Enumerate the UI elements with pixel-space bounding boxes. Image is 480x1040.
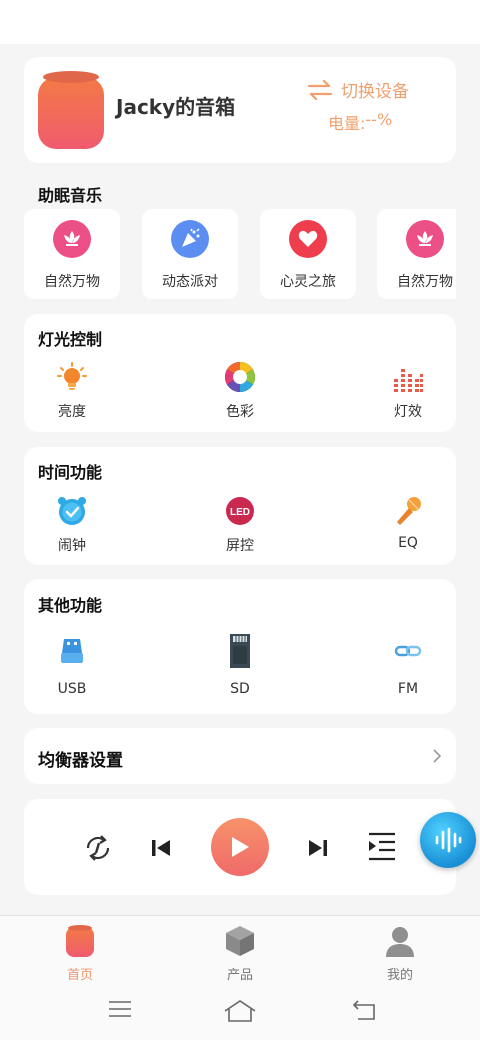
sd-button[interactable]: SD — [200, 633, 280, 697]
battery-value: --% — [365, 110, 393, 129]
music-item-label: 自然万物 — [397, 274, 453, 290]
switch-device-label: 切换设备 — [341, 82, 409, 102]
box-icon — [226, 926, 254, 956]
music-item-nature-2[interactable]: 自然万物 — [377, 209, 456, 299]
fm-label: FM — [397, 681, 419, 697]
back-nav-button[interactable] — [352, 999, 378, 1025]
eq-label: EQ — [398, 535, 418, 551]
tab-products[interactable]: 产品 — [200, 924, 280, 983]
play-button[interactable] — [211, 818, 269, 876]
music-item-label: 自然万物 — [44, 274, 100, 290]
fm-button[interactable]: FM — [368, 633, 448, 697]
screen-control-button[interactable]: LED 屏控 — [200, 493, 280, 555]
sleep-music-list[interactable]: 自然万物 动态派对 心灵之旅 自然万物 — [24, 209, 456, 299]
usb-button[interactable]: USB — [32, 633, 112, 697]
color-button[interactable]: 色彩 — [200, 359, 280, 421]
previous-icon — [152, 840, 170, 856]
voice-assistant-button[interactable] — [420, 812, 476, 868]
heart-icon — [289, 220, 327, 258]
usb-label: USB — [57, 681, 87, 697]
led-badge-text: LED — [230, 507, 250, 518]
sd-label: SD — [230, 681, 250, 697]
tab-home-label: 首页 — [66, 968, 93, 983]
equalizer-settings-row[interactable]: 均衡器设置 — [24, 728, 456, 784]
sd-card-icon — [200, 633, 280, 669]
bulb-icon — [32, 359, 112, 395]
brightness-button[interactable]: 亮度 — [32, 359, 112, 421]
menu-button[interactable] — [108, 999, 132, 1023]
equalizer-bars-icon — [368, 359, 448, 395]
device-card: Jacky的音箱 切换设备 电量: --% — [24, 57, 456, 163]
player-card — [24, 799, 456, 895]
back-icon — [352, 1000, 375, 1020]
color-wheel-icon — [200, 359, 280, 395]
switch-device-button[interactable]: 切换设备 — [307, 77, 409, 102]
home-nav-button[interactable] — [223, 999, 257, 1027]
status-bar — [0, 0, 480, 44]
music-item-party[interactable]: 动态派对 — [142, 209, 238, 299]
repeat-mode-button[interactable] — [82, 832, 114, 864]
light-control-card: 灯光控制 亮度 色彩 灯效 — [24, 314, 456, 432]
light-effect-button[interactable]: 灯效 — [368, 359, 448, 421]
color-label: 色彩 — [226, 404, 254, 420]
playlist-icon — [369, 832, 395, 861]
alarm-button[interactable]: 闹钟 — [32, 493, 112, 555]
lotus-icon — [53, 220, 91, 258]
alarm-label: 闹钟 — [58, 538, 86, 554]
play-icon — [232, 837, 249, 857]
tab-profile-label: 我的 — [386, 968, 413, 983]
sound-wave-icon — [435, 827, 462, 853]
brightness-label: 亮度 — [58, 404, 86, 420]
next-icon — [309, 840, 327, 856]
time-functions-card: 时间功能 闹钟 LED 屏控 EQ — [24, 447, 456, 565]
microphone-icon — [368, 493, 448, 529]
chevron-right-icon — [433, 749, 442, 763]
tab-products-label: 产品 — [226, 968, 253, 983]
home-icon — [224, 1000, 256, 1022]
other-functions-title: 其他功能 — [38, 596, 103, 615]
lotus-icon — [406, 220, 444, 258]
music-item-label: 动态派对 — [162, 274, 218, 290]
playlist-button[interactable] — [364, 830, 398, 864]
time-functions-title: 时间功能 — [38, 463, 103, 482]
screen-control-label: 屏控 — [226, 538, 254, 554]
party-popper-icon — [171, 220, 209, 258]
music-item-label: 心灵之旅 — [280, 274, 336, 290]
system-navigation-bar — [0, 985, 480, 1040]
battery-label: 电量: — [328, 114, 366, 133]
light-control-title: 灯光控制 — [38, 330, 103, 349]
other-functions-card: 其他功能 USB SD FM — [24, 579, 456, 714]
battery-status: 电量: --% — [328, 110, 392, 134]
link-chain-icon — [368, 633, 448, 669]
bottom-tab-bar: 首页 产品 我的 — [0, 915, 480, 985]
previous-track-button[interactable] — [148, 836, 174, 860]
equalizer-settings-title: 均衡器设置 — [38, 751, 123, 771]
sleep-music-title: 助眠音乐 — [38, 186, 103, 205]
next-track-button[interactable] — [305, 836, 331, 860]
alarm-clock-icon — [32, 493, 112, 529]
speaker-home-icon — [66, 925, 94, 957]
tab-profile[interactable]: 我的 — [360, 924, 440, 983]
device-name: Jacky的音箱 — [116, 95, 236, 119]
speaker-icon — [38, 71, 104, 149]
light-effect-label: 灯效 — [394, 404, 422, 420]
tab-home[interactable]: 首页 — [40, 924, 120, 983]
led-icon: LED — [200, 493, 280, 529]
usb-drive-icon — [32, 633, 112, 669]
repeat-one-icon — [86, 835, 110, 861]
user-icon — [386, 927, 414, 957]
music-item-nature[interactable]: 自然万物 — [24, 209, 120, 299]
eq-button[interactable]: EQ — [368, 493, 448, 551]
menu-icon — [109, 1001, 131, 1017]
swap-arrows-icon — [307, 79, 333, 100]
music-item-soul[interactable]: 心灵之旅 — [260, 209, 356, 299]
